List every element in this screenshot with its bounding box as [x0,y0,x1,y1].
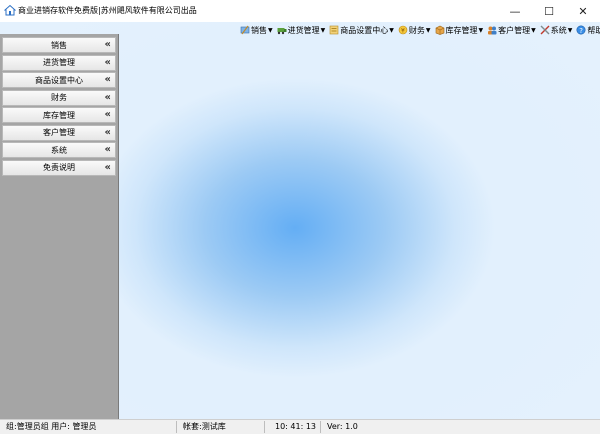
minimize-button[interactable]: — [498,0,532,22]
status-version: Ver: 1.0 [327,422,358,431]
help-icon: ? [576,25,586,35]
menu-inventory-label: 库存管理 [445,25,478,35]
menu-help-label: 帮助 [587,25,600,35]
caret-icon: ▼ [320,26,326,34]
menu-product-settings[interactable]: 商品设置中心 ▼ [329,25,394,36]
status-account: 帐套:测试库 [177,421,265,433]
system-icon [540,25,550,35]
sidebar-item-purchase[interactable]: 进货管理 « [2,54,116,71]
collapse-arrow-icon[interactable]: « [105,144,111,155]
sidebar-item-label: 财务 [51,93,67,102]
menu-system-label: 系统 [550,25,567,35]
purchase-icon [277,28,287,35]
maximize-button[interactable]: ☐ [532,0,566,22]
status-bar: 组:管理员组 用户: 管理员 帐套:测试库 10: 41: 13 Ver: 1.… [0,419,600,434]
sidebar-item-inventory[interactable]: 库存管理 « [2,107,116,123]
menu-finance[interactable]: ¥ 财务 ▼ [398,25,431,36]
menu-finance-label: 财务 [408,25,425,35]
sidebar-item-label: 商品设置中心 [35,75,83,85]
collapse-arrow-icon[interactable]: « [105,74,111,85]
sidebar-item-label: 客户管理 [43,128,75,137]
customer-icon [488,26,497,35]
menu-inventory[interactable]: 库存管理 ▼ [435,25,484,36]
collapse-arrow-icon[interactable]: « [105,57,111,68]
sidebar-item-system[interactable]: 系统 « [2,142,116,158]
caret-icon: ▼ [389,26,394,34]
sidebar-item-label: 进货管理 [43,58,75,67]
menu-customer[interactable]: 客户管理 ▼ [487,25,536,36]
main-menu: 销售 ▼ 进货管理 ▼ 商品设置中心 ▼ ¥ 财务 ▼ 库存管理 ▼ 客户管理 ▼ 系统 ▼ … [240,24,600,36]
caret-icon: ▼ [567,26,573,34]
sidebar-item-label: 库存管理 [43,110,75,120]
menu-purchase-label: 进货管理 [287,25,320,35]
window-title: 商业进销存软件免费版|苏州飓风软件有限公司出品 [18,6,197,15]
menu-sales[interactable]: 销售 ▼ [240,25,273,36]
menu-sales-label: 销售 [251,25,267,35]
sidebar-item-disclaimer[interactable]: 免责说明 « [2,159,116,176]
sidebar-item-label: 销售 [51,40,67,50]
caret-icon: ▼ [268,26,273,34]
app-house-icon [4,4,16,16]
menu-customer-label: 客户管理 [498,25,531,35]
svg-text:¥: ¥ [401,28,405,35]
title-bar: 商业进销存软件免费版|苏州飓风软件有限公司出品 — ☐ ✕ [0,0,600,22]
menu-product-settings-label: 商品设置中心 [340,25,389,35]
inventory-icon [435,25,444,35]
collapse-arrow-icon[interactable]: « [105,39,111,50]
svg-text:?: ? [580,27,584,35]
status-time: 10: 41: 13 [265,421,321,433]
close-button[interactable]: ✕ [566,0,600,22]
caret-icon: ▼ [531,26,536,34]
collapse-arrow-icon[interactable]: « [105,127,111,138]
sidebar: 销售 « 进货管理 « 商品设置中心 « 财务 « 库存管理 « 客户管理 « … [0,34,119,419]
sales-icon [240,25,250,35]
sidebar-item-label: 系统 [51,145,67,155]
menu-help[interactable]: ? 帮助▼ [576,25,600,36]
sidebar-item-sales[interactable]: 销售 « [2,37,116,53]
status-group-user: 组:管理员组 用户: 管理员 [0,421,177,433]
sidebar-item-product-settings[interactable]: 商品设置中心 « [2,72,116,88]
caret-icon: ▼ [478,26,484,34]
collapse-arrow-icon[interactable]: « [105,92,111,103]
sidebar-item-customer[interactable]: 客户管理 « [2,124,116,141]
collapse-arrow-icon[interactable]: « [105,109,111,120]
menu-system[interactable]: 系统 ▼ [540,25,573,36]
finance-icon: ¥ [398,25,408,35]
collapse-arrow-icon[interactable]: « [105,162,111,173]
sidebar-item-finance[interactable]: 财务 « [2,89,116,106]
caret-icon: ▼ [425,26,431,34]
menu-purchase[interactable]: 进货管理 ▼ [277,25,326,36]
product-settings-icon [329,25,339,35]
sidebar-item-label: 免责说明 [43,163,75,172]
